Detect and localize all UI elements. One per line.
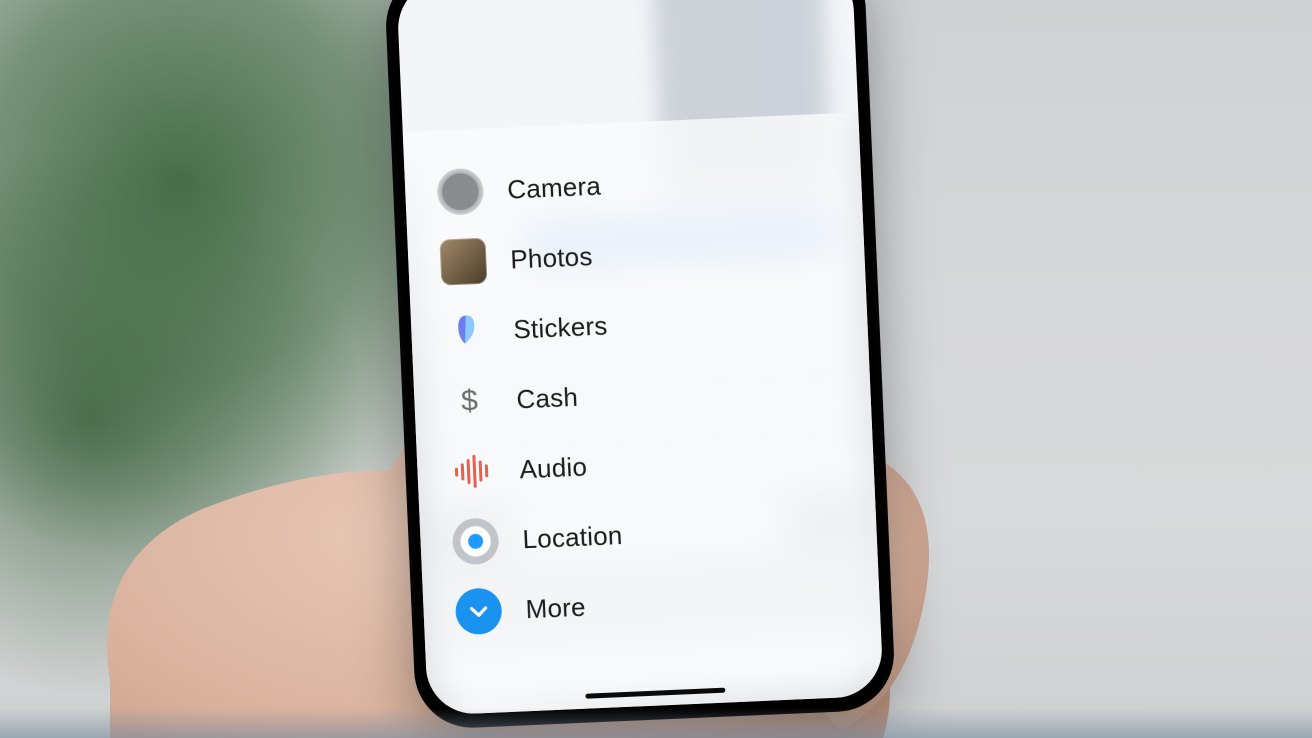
- menu-item-stickers[interactable]: Stickers: [436, 283, 848, 365]
- screen: Camera Photos: [396, 0, 884, 716]
- more-icon: [455, 587, 503, 635]
- menu-item-label: Location: [522, 519, 623, 554]
- menu-item-label: Photos: [510, 241, 593, 276]
- menu-item-photos[interactable]: Photos: [433, 213, 845, 295]
- menu-item-audio[interactable]: Audio: [442, 423, 854, 505]
- menu-item-label: Cash: [516, 381, 579, 415]
- location-icon: [452, 517, 500, 565]
- audio-icon: [449, 447, 497, 495]
- menu-item-label: More: [525, 591, 586, 625]
- attachment-menu: Camera Photos: [429, 113, 861, 654]
- menu-item-location[interactable]: Location: [445, 493, 857, 575]
- menu-item-label: Camera: [507, 170, 602, 205]
- iphone-device: Camera Photos: [384, 0, 897, 730]
- cash-icon: $: [446, 378, 494, 426]
- photo-scene: Camera Photos: [0, 0, 1312, 738]
- photos-icon: [439, 238, 487, 286]
- menu-item-label: Audio: [519, 451, 588, 485]
- attachment-menu-sheet: Camera Photos: [396, 0, 884, 716]
- stickers-icon: [442, 308, 490, 356]
- menu-item-label: Stickers: [513, 310, 608, 345]
- menu-item-cash[interactable]: $ Cash: [439, 353, 851, 435]
- camera-icon: [436, 168, 484, 216]
- menu-item-more[interactable]: More: [448, 563, 860, 645]
- menu-item-camera[interactable]: Camera: [430, 143, 842, 225]
